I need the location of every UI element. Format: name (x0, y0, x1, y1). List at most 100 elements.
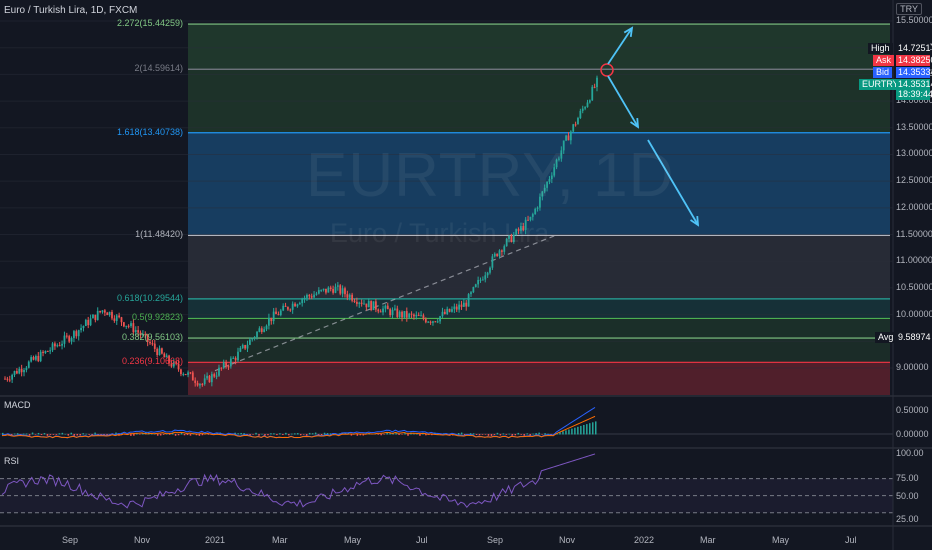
macd-histogram-bar (156, 434, 159, 436)
candle-body (222, 362, 225, 368)
macd-histogram-bar (88, 434, 90, 435)
macd-histogram-bar (46, 434, 49, 436)
candle-body (113, 318, 116, 321)
macd-histogram-bar (457, 433, 460, 435)
candle-body (120, 317, 123, 323)
candle-body (422, 315, 425, 319)
candle-body (84, 319, 87, 326)
price-axis-label: 11.50000 (896, 228, 932, 239)
macd-histogram-bar (55, 434, 58, 435)
candle-body (270, 317, 273, 322)
macd-histogram-bar (34, 434, 37, 435)
candle-body (277, 314, 280, 316)
macd-histogram-bar (490, 434, 493, 436)
candle-body (213, 374, 216, 377)
candle-body (96, 310, 99, 321)
candle-body (189, 372, 192, 374)
candle-body (89, 318, 92, 326)
candle-body (531, 214, 534, 217)
macd-histogram-bar (586, 424, 588, 435)
candle-body (125, 325, 128, 327)
candle-body (218, 367, 220, 376)
macd-histogram-bar (201, 434, 204, 436)
candle-body (479, 279, 482, 281)
macd-histogram-bar (544, 433, 546, 435)
macd-histogram-bar (186, 434, 189, 436)
candle-body (408, 313, 411, 318)
macd-histogram-bar (499, 434, 502, 436)
macd-histogram-bar (419, 434, 421, 436)
candle-body (441, 311, 444, 317)
chart-canvas[interactable] (0, 0, 932, 550)
candle-body (215, 375, 218, 377)
macd-histogram-bar (297, 433, 299, 435)
candle-body (232, 357, 235, 359)
candle-body (584, 107, 587, 109)
candle-body (379, 311, 382, 313)
candle-body (498, 250, 501, 257)
candle-body (593, 86, 596, 88)
candle-body (65, 335, 68, 337)
macd-histogram-bar (279, 433, 281, 435)
candle-body (346, 294, 349, 298)
macd-histogram-bar (67, 434, 70, 436)
macd-histogram-bar (511, 434, 514, 436)
candle-body (384, 305, 387, 309)
candle-body (577, 118, 579, 125)
macd-histogram-bar (514, 434, 517, 436)
candle-body (99, 310, 102, 313)
watermark-name: Euro / Turkish Lira (330, 218, 550, 248)
candle-body (35, 355, 37, 360)
macd-histogram-bar (484, 434, 487, 435)
candle-body (327, 287, 330, 293)
time-axis-label: 2022 (634, 535, 655, 545)
high-label: High (868, 43, 893, 54)
candle-body (70, 338, 73, 342)
rsi-axis-50: 50.00 (896, 491, 919, 501)
candle-body (44, 350, 47, 353)
macd-histogram-bar (282, 434, 284, 435)
macd-histogram-bar (505, 434, 508, 435)
candle-body (474, 284, 477, 288)
candle-body (244, 345, 247, 349)
candle-body (303, 297, 306, 300)
currency-badge[interactable]: TRY (896, 3, 922, 15)
macd-histogram-bar (237, 433, 239, 435)
candle-body (103, 310, 106, 313)
candle-body (260, 328, 263, 332)
candle-body (282, 305, 285, 311)
macd-histogram-bar (526, 433, 528, 435)
candle-body (465, 302, 468, 307)
candle-body (410, 313, 413, 315)
rsi-label: RSI (4, 456, 20, 466)
candle-body (360, 302, 363, 304)
candle-body (30, 357, 33, 362)
candle-body (588, 100, 591, 103)
candle-body (106, 312, 109, 316)
candle-body (355, 301, 358, 304)
candle-body (301, 299, 304, 304)
candle-body (287, 306, 289, 310)
macd-histogram-bar (314, 432, 317, 435)
time-axis-label: Sep (62, 535, 79, 545)
candle-body (460, 304, 463, 307)
macd-histogram-bar (508, 433, 511, 435)
macd-histogram-bar (478, 434, 481, 436)
candle-body (18, 368, 21, 374)
macd-histogram-bar (25, 433, 28, 435)
candle-body (227, 366, 230, 368)
candle-body (39, 351, 42, 362)
macd-histogram-bar (472, 433, 475, 435)
macd-histogram-bar (592, 422, 594, 435)
macd-histogram-bar (285, 432, 287, 435)
macd-histogram-bar (130, 434, 132, 436)
fib-zone (188, 362, 890, 395)
candle-body (401, 311, 403, 318)
macd-histogram-bar (377, 434, 379, 435)
candle-body (201, 383, 204, 385)
macd-histogram-bar (52, 434, 55, 435)
macd-histogram-bar (538, 432, 540, 435)
price-axis-label: 10.50000 (896, 281, 932, 292)
candle-body (310, 296, 313, 298)
candle-body (581, 108, 584, 111)
